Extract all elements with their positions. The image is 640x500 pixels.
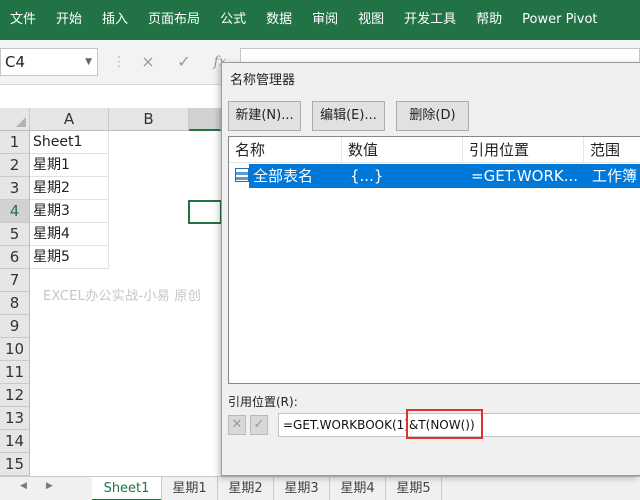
name-manager-dialog: 名称管理器 新建(N)... 编辑(E)... 删除(D) 名称 数值 引用位置… bbox=[221, 62, 640, 476]
sheet-tab-day4[interactable]: 星期4 bbox=[330, 477, 386, 500]
cell-a3[interactable]: 星期2 bbox=[30, 177, 109, 200]
row-header[interactable]: 13 bbox=[0, 407, 30, 430]
sheet-tab-day1[interactable]: 星期1 bbox=[162, 477, 218, 500]
formula-highlight-box bbox=[406, 409, 483, 439]
names-list-row-selected[interactable]: 全部表名 {...} =GET.WORK... 工作簿 bbox=[249, 164, 640, 188]
row-header[interactable]: 15 bbox=[0, 453, 30, 476]
sheet-tab-sheet1[interactable]: Sheet1 bbox=[92, 477, 162, 500]
confirm-edit-icon[interactable]: ✓ bbox=[250, 415, 268, 435]
column-header-scope[interactable]: 范围 bbox=[584, 137, 640, 163]
column-header-value[interactable]: 数值 bbox=[342, 137, 463, 163]
ribbon-tab-file[interactable]: 文件 bbox=[0, 0, 46, 40]
row-header[interactable]: 6 bbox=[0, 246, 30, 269]
ribbon-tab-insert[interactable]: 插入 bbox=[92, 0, 138, 40]
name-box[interactable]: C4 ▼ bbox=[0, 48, 98, 76]
cell-a2[interactable]: 星期1 bbox=[30, 154, 109, 177]
row-scope: 工作簿 bbox=[592, 167, 638, 185]
sheet-tab-day2[interactable]: 星期2 bbox=[218, 477, 274, 500]
refers-to-label: 引用位置(R): bbox=[228, 395, 298, 409]
sheet-tab-day5[interactable]: 星期5 bbox=[386, 477, 442, 500]
ribbon-tab-home[interactable]: 开始 bbox=[46, 0, 92, 40]
row-header[interactable]: 4 bbox=[0, 200, 30, 223]
chevron-down-icon[interactable]: ▼ bbox=[85, 49, 92, 75]
cell-a1[interactable]: Sheet1 bbox=[30, 131, 109, 154]
row-header[interactable]: 5 bbox=[0, 223, 30, 246]
ribbon-tab-page-layout[interactable]: 页面布局 bbox=[138, 0, 210, 40]
sheet-tab-day3[interactable]: 星期3 bbox=[274, 477, 330, 500]
row-header[interactable]: 11 bbox=[0, 361, 30, 384]
ribbon-tab-developer[interactable]: 开发工具 bbox=[394, 0, 466, 40]
row-header[interactable]: 1 bbox=[0, 131, 30, 154]
dialog-title: 名称管理器 bbox=[230, 73, 296, 88]
column-header-c[interactable] bbox=[189, 108, 221, 131]
tab-scroll-right-icon[interactable]: ▶ bbox=[46, 481, 53, 491]
column-header-name[interactable]: 名称 bbox=[229, 137, 342, 163]
row-header[interactable]: 3 bbox=[0, 177, 30, 200]
delete-name-button[interactable]: 删除(D) bbox=[396, 101, 469, 131]
ribbon-tab-formulas[interactable]: 公式 bbox=[210, 0, 256, 40]
sheet-tabs-bar: ◀ ▶ Sheet1 星期1 星期2 星期3 星期4 星期5 bbox=[0, 476, 640, 500]
row-name: 全部表名 bbox=[253, 167, 314, 185]
enter-icon[interactable]: ✓ bbox=[170, 50, 198, 74]
cell-a5[interactable]: 星期4 bbox=[30, 223, 109, 246]
formula-bar-grip-icon: ⋮ bbox=[112, 54, 126, 70]
ribbon-tab-power-pivot[interactable]: Power Pivot bbox=[512, 0, 607, 40]
column-header-refers-to[interactable]: 引用位置 bbox=[463, 137, 584, 163]
new-name-button[interactable]: 新建(N)... bbox=[228, 101, 301, 131]
select-all-button[interactable] bbox=[0, 108, 30, 131]
row-value: {...} bbox=[350, 167, 384, 185]
column-header-a[interactable]: A bbox=[30, 108, 109, 131]
row-header[interactable]: 7 bbox=[0, 269, 30, 292]
names-list-header: 名称 数值 引用位置 范围 bbox=[229, 137, 640, 163]
ribbon-tabs: 文件 开始 插入 页面布局 公式 数据 审阅 视图 开发工具 帮助 Power … bbox=[0, 0, 640, 40]
cell-a4[interactable]: 星期3 bbox=[30, 200, 109, 223]
ribbon-tab-review[interactable]: 审阅 bbox=[302, 0, 348, 40]
ribbon-tab-data[interactable]: 数据 bbox=[256, 0, 302, 40]
cell-a6[interactable]: 星期5 bbox=[30, 246, 109, 269]
row-header[interactable]: 12 bbox=[0, 384, 30, 407]
row-header[interactable]: 9 bbox=[0, 315, 30, 338]
names-list[interactable]: 名称 数值 引用位置 范围 全部表名 {...} =GET.WORK... 工作… bbox=[228, 136, 640, 384]
tab-scroll-left-icon[interactable]: ◀ bbox=[20, 481, 27, 491]
column-header-b[interactable]: B bbox=[109, 108, 189, 131]
ribbon-tab-help[interactable]: 帮助 bbox=[466, 0, 512, 40]
row-refers-to: =GET.WORK... bbox=[471, 167, 579, 185]
row-header[interactable]: 10 bbox=[0, 338, 30, 361]
cancel-edit-icon[interactable]: ✕ bbox=[228, 415, 246, 435]
row-header[interactable]: 14 bbox=[0, 430, 30, 453]
cell-c4-selected[interactable] bbox=[188, 200, 222, 224]
named-range-icon bbox=[235, 168, 249, 182]
edit-name-button[interactable]: 编辑(E)... bbox=[312, 101, 385, 131]
row-header[interactable]: 8 bbox=[0, 292, 30, 315]
ribbon-tab-view[interactable]: 视图 bbox=[348, 0, 394, 40]
row-header[interactable]: 2 bbox=[0, 154, 30, 177]
watermark-text: EXCEL办公实战-小易 原创 bbox=[43, 289, 202, 304]
cancel-icon[interactable]: × bbox=[134, 50, 162, 74]
name-box-value: C4 bbox=[5, 53, 26, 71]
